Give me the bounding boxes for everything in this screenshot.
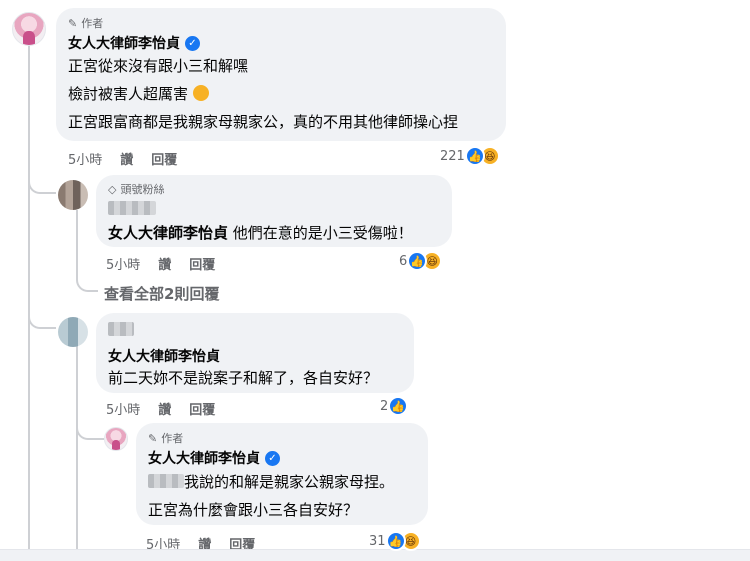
reply-author-name[interactable]: 女人大律師李怡貞: [148, 448, 260, 468]
commenter-avatar[interactable]: [58, 317, 88, 347]
comment-text-line: 正宮跟富商都是我親家母親家公，真的不用其他律師操心捏: [68, 113, 459, 131]
like-reaction-icon: 👍: [388, 396, 409, 416]
reply-button[interactable]: 回覆: [189, 399, 215, 418]
reaction-summary-reply2[interactable]: 31 👍 😆: [369, 531, 421, 551]
reply-author-row: 女人大律師李怡貞 ✓: [148, 448, 416, 468]
verified-icon: ✓: [265, 450, 280, 466]
timestamp[interactable]: 5小時: [68, 149, 102, 168]
redacted-name-block: [108, 322, 134, 336]
badge-label: 作者: [81, 17, 104, 30]
reaction-count: 31: [369, 533, 386, 549]
thread-connector-reply1: [28, 170, 56, 194]
reply-text-span: 我說的和解是親家公親家母捏。: [184, 473, 395, 491]
view-all-replies-link[interactable]: 查看全部2則回覆: [104, 283, 219, 304]
comment-author-row: 女人大律師李怡貞 ✓: [68, 33, 494, 53]
reply-text-line: 正宮為什麼會跟小三各自安好？: [148, 501, 359, 519]
thread-connector-comment2: [28, 305, 56, 329]
comment-text: 前二天妳不是說案子和解了，各自安好？: [108, 369, 379, 387]
redacted-name-block: [108, 201, 156, 215]
reply-text-body: 他們在意的是小三受傷啦！: [232, 224, 413, 242]
reaction-count: 6: [399, 253, 408, 269]
mention-tag[interactable]: 女人大律師李怡貞: [108, 224, 228, 242]
comment-text-line: 正宮從來沒有跟小三和解嘿: [68, 57, 249, 75]
reply-button[interactable]: 回覆: [151, 149, 177, 168]
comment-actions-1: 5小時 讚 回覆: [68, 149, 177, 168]
diamond-icon: ◇: [108, 182, 117, 196]
like-button[interactable]: 讚: [158, 254, 171, 273]
reaction-summary-2[interactable]: 2 👍: [380, 396, 409, 416]
like-button[interactable]: 讚: [120, 149, 133, 168]
reaction-count: 221: [440, 148, 465, 164]
thread-connector-view-all: [76, 270, 98, 292]
thread-connector-reply2: [76, 420, 104, 440]
timestamp[interactable]: 5小時: [106, 254, 140, 273]
reply-bubble-2: ✎ 作者 女人大律師李怡貞 ✓ 我說的和解是親家公親家母捏。 正宮為什麼會跟小三…: [136, 423, 428, 525]
smiling-face-icon: [192, 85, 209, 101]
author-avatar[interactable]: [104, 427, 128, 451]
like-button[interactable]: 讚: [158, 399, 171, 418]
thread-line-comment2: [76, 345, 78, 549]
redacted-mention-block: [148, 474, 184, 488]
verified-icon: ✓: [185, 35, 200, 51]
thread-line-main: [28, 46, 30, 549]
comment-bubble-1: ✎ 作者 女人大律師李怡貞 ✓ 正宮從來沒有跟小三和解嘿 檢討被害人超厲害 正宮…: [56, 8, 506, 141]
commenter-avatar[interactable]: [58, 180, 88, 210]
reply-text: 女人大律師李怡貞 他們在意的是小三受傷啦！: [108, 223, 440, 243]
reply-button[interactable]: 回覆: [189, 254, 215, 273]
blurred-username: [108, 200, 440, 219]
timestamp[interactable]: 5小時: [106, 399, 140, 418]
author-badge: ✎ 作者: [68, 15, 494, 31]
author-badge: ✎ 作者: [148, 430, 416, 446]
reply-text-line: 我說的和解是親家公親家母捏。: [148, 472, 416, 492]
reaction-count: 2: [380, 398, 389, 414]
pencil-icon: ✎: [68, 16, 78, 30]
blurred-username: [108, 321, 402, 340]
pencil-icon: ✎: [148, 431, 158, 445]
comment-actions-2: 5小時 讚 回覆: [106, 399, 215, 418]
comment-author-name[interactable]: 女人大律師李怡貞: [68, 33, 180, 53]
reply-bubble-1: ◇ 頭號粉絲 女人大律師李怡貞 他們在意的是小三受傷啦！: [96, 175, 452, 247]
like-reaction-icon: 👍: [385, 531, 406, 551]
like-reaction-icon: 👍: [464, 146, 485, 166]
comment-text-line: 檢討被害人超厲害: [68, 84, 494, 104]
top-fan-badge: ◇ 頭號粉絲: [108, 181, 440, 197]
mention-tag[interactable]: 女人大律師李怡貞: [108, 346, 402, 366]
reaction-summary-reply1[interactable]: 6 👍 😆: [399, 251, 443, 271]
badge-label: 頭號粉絲: [120, 183, 165, 196]
page-bottom-bar: [0, 549, 750, 561]
reaction-summary-1[interactable]: 221 👍 😆: [440, 146, 500, 166]
comment-bubble-2: 女人大律師李怡貞 前二天妳不是說案子和解了，各自安好？: [96, 313, 414, 393]
reply-actions-1: 5小時 讚 回覆: [106, 254, 215, 273]
badge-label: 作者: [161, 432, 184, 445]
author-avatar[interactable]: [12, 12, 46, 46]
comment-text-span: 檢討被害人超厲害: [68, 85, 189, 103]
